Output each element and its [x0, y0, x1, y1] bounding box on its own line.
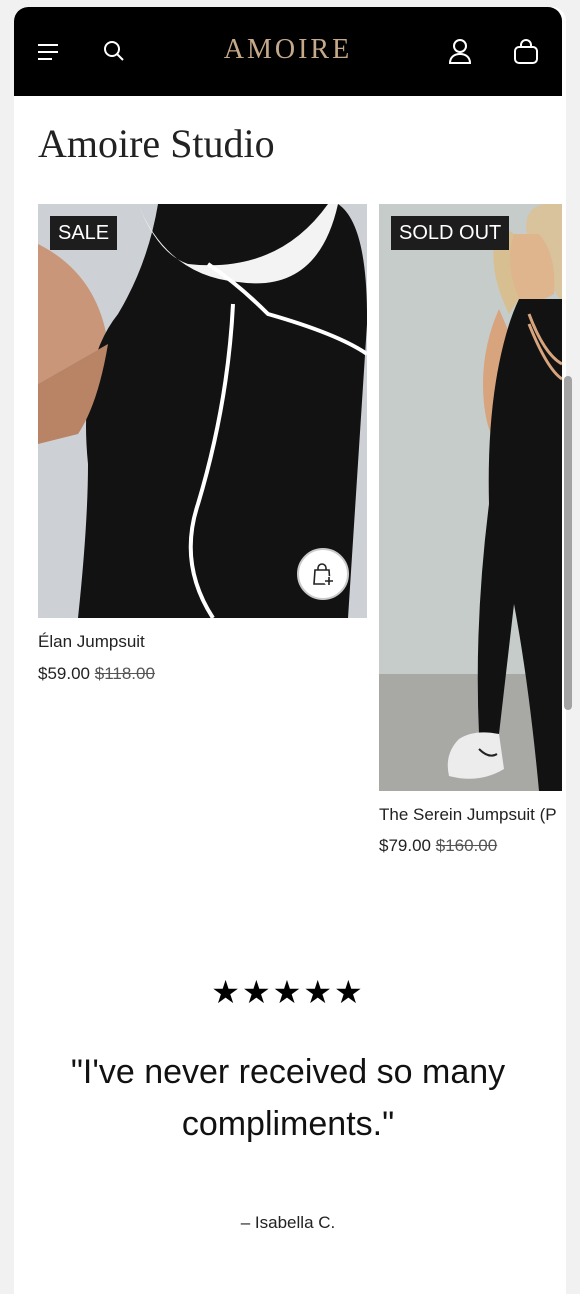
bag-plus-icon	[313, 563, 334, 586]
page-frame: AMOIRE Amoire Studio SALE Élan Jumpsuit …	[14, 7, 566, 1294]
account-icon[interactable]	[446, 37, 474, 65]
product-image[interactable]	[379, 204, 562, 791]
product-name[interactable]: Élan Jumpsuit	[38, 632, 145, 652]
product-price: $59.00 $118.00	[38, 664, 155, 684]
testimonial-author: – Isabella C.	[240, 1213, 336, 1232]
compare-price: $118.00	[94, 664, 155, 683]
product-price: $79.00 $160.00	[379, 836, 497, 856]
sale-price: $59.00	[38, 664, 90, 683]
rating-stars: ★★★★★	[211, 974, 365, 1010]
quick-add-button[interactable]	[297, 548, 349, 600]
testimonial-quote: "I've never received so many compliments…	[70, 1053, 506, 1143]
scrollbar[interactable]	[564, 376, 572, 710]
site-header: AMOIRE	[14, 7, 562, 96]
sale-price: $79.00	[379, 836, 431, 855]
product-card[interactable]: SOLD OUT The Serein Jumpsuit (P $79.00 $…	[379, 204, 562, 864]
bag-icon[interactable]	[512, 37, 540, 65]
sale-badge: SALE	[50, 216, 118, 250]
sold-out-badge: SOLD OUT	[391, 216, 510, 250]
product-card[interactable]: SALE Élan Jumpsuit $59.00 $118.00	[38, 204, 367, 704]
compare-price: $160.00	[435, 836, 498, 855]
collection-title: Amoire Studio	[38, 121, 275, 166]
brand-logo[interactable]: AMOIRE	[14, 34, 562, 66]
product-name[interactable]: The Serein Jumpsuit (P	[379, 805, 557, 825]
